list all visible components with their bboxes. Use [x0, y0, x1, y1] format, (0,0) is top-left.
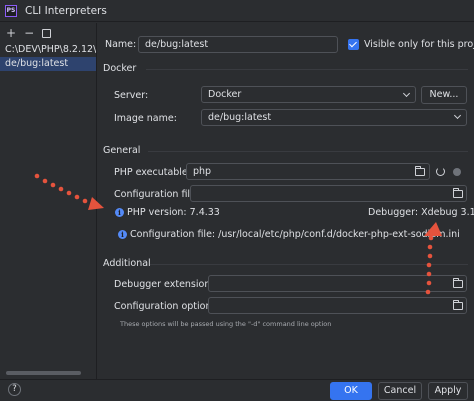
- footer-divider: [0, 379, 474, 380]
- annotation-arrow-left: [34, 173, 104, 210]
- cancel-button[interactable]: Cancel: [378, 382, 422, 400]
- ok-button[interactable]: OK: [330, 382, 372, 400]
- apply-button[interactable]: Apply: [428, 382, 468, 400]
- annotation-arrows: [34, 173, 442, 295]
- annotation-arrow-right: [424, 222, 442, 295]
- help-button[interactable]: ?: [8, 383, 21, 396]
